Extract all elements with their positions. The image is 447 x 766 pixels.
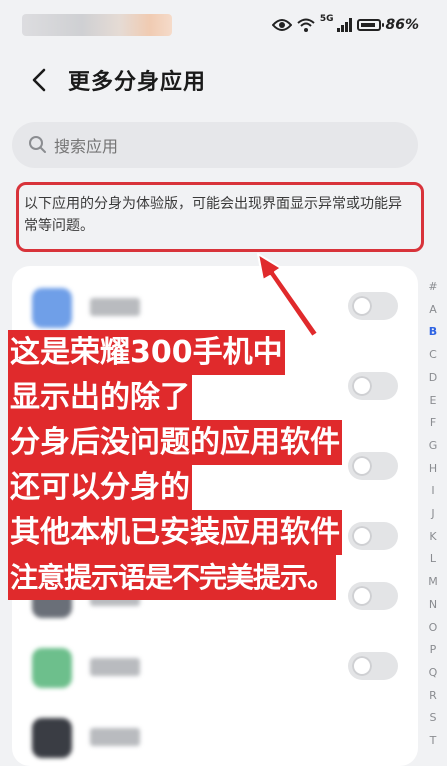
app-icon xyxy=(32,718,72,758)
app-name-blurred xyxy=(90,298,140,316)
status-bar-blurred-info xyxy=(22,14,172,36)
index-letter[interactable]: A xyxy=(426,299,440,322)
status-bar: 5G 86% xyxy=(0,0,447,52)
list-item[interactable] xyxy=(12,706,418,766)
list-item[interactable] xyxy=(12,276,418,336)
app-name-blurred xyxy=(90,658,140,676)
wifi-icon xyxy=(297,18,315,32)
search-icon xyxy=(29,136,46,153)
battery-icon xyxy=(357,19,385,31)
eye-icon xyxy=(271,19,292,31)
caption-line: 还可以分身的 xyxy=(8,465,192,510)
list-item[interactable] xyxy=(12,636,418,696)
caption-line: 分身后没问题的应用软件 xyxy=(8,420,342,465)
index-letter[interactable]: P xyxy=(426,639,440,662)
index-letter[interactable]: # xyxy=(426,276,440,299)
page-title: 更多分身应用 xyxy=(68,70,207,95)
index-letter[interactable]: Q xyxy=(426,662,440,685)
page-header: 更多分身应用 xyxy=(0,60,447,100)
app-icon xyxy=(32,648,72,688)
battery-percent: 86% xyxy=(385,17,419,33)
caption-line: 其他本机已安装应用软件 xyxy=(8,510,342,555)
status-icons: 5G 86% xyxy=(271,14,419,36)
index-letter[interactable]: T xyxy=(426,730,440,753)
back-arrow-icon[interactable] xyxy=(28,66,52,94)
annotation-caption: 这是荣耀300手机中 显示出的除了 分身后没问题的应用软件 还可以分身的 其他本… xyxy=(8,330,447,600)
search-input[interactable] xyxy=(52,122,356,170)
clone-toggle[interactable] xyxy=(348,652,398,680)
signal-icon xyxy=(337,18,353,32)
index-letter[interactable]: S xyxy=(426,707,440,730)
clone-toggle[interactable] xyxy=(348,292,398,320)
app-name-blurred xyxy=(90,728,140,746)
app-icon xyxy=(32,288,72,328)
caption-line: 这是荣耀300手机中 xyxy=(8,330,285,375)
caption-line: 注意提示语是不完美提示。 xyxy=(8,555,337,600)
index-letter[interactable]: O xyxy=(426,617,440,640)
search-bar[interactable] xyxy=(12,122,418,170)
notice-text: 以下应用的分身为体验版，可能会出现界面显示异常或功能异常等问题。 xyxy=(24,196,402,234)
index-letter[interactable]: R xyxy=(426,685,440,708)
caption-line: 显示出的除了 xyxy=(8,375,192,420)
network-type-label: 5G xyxy=(319,14,334,24)
